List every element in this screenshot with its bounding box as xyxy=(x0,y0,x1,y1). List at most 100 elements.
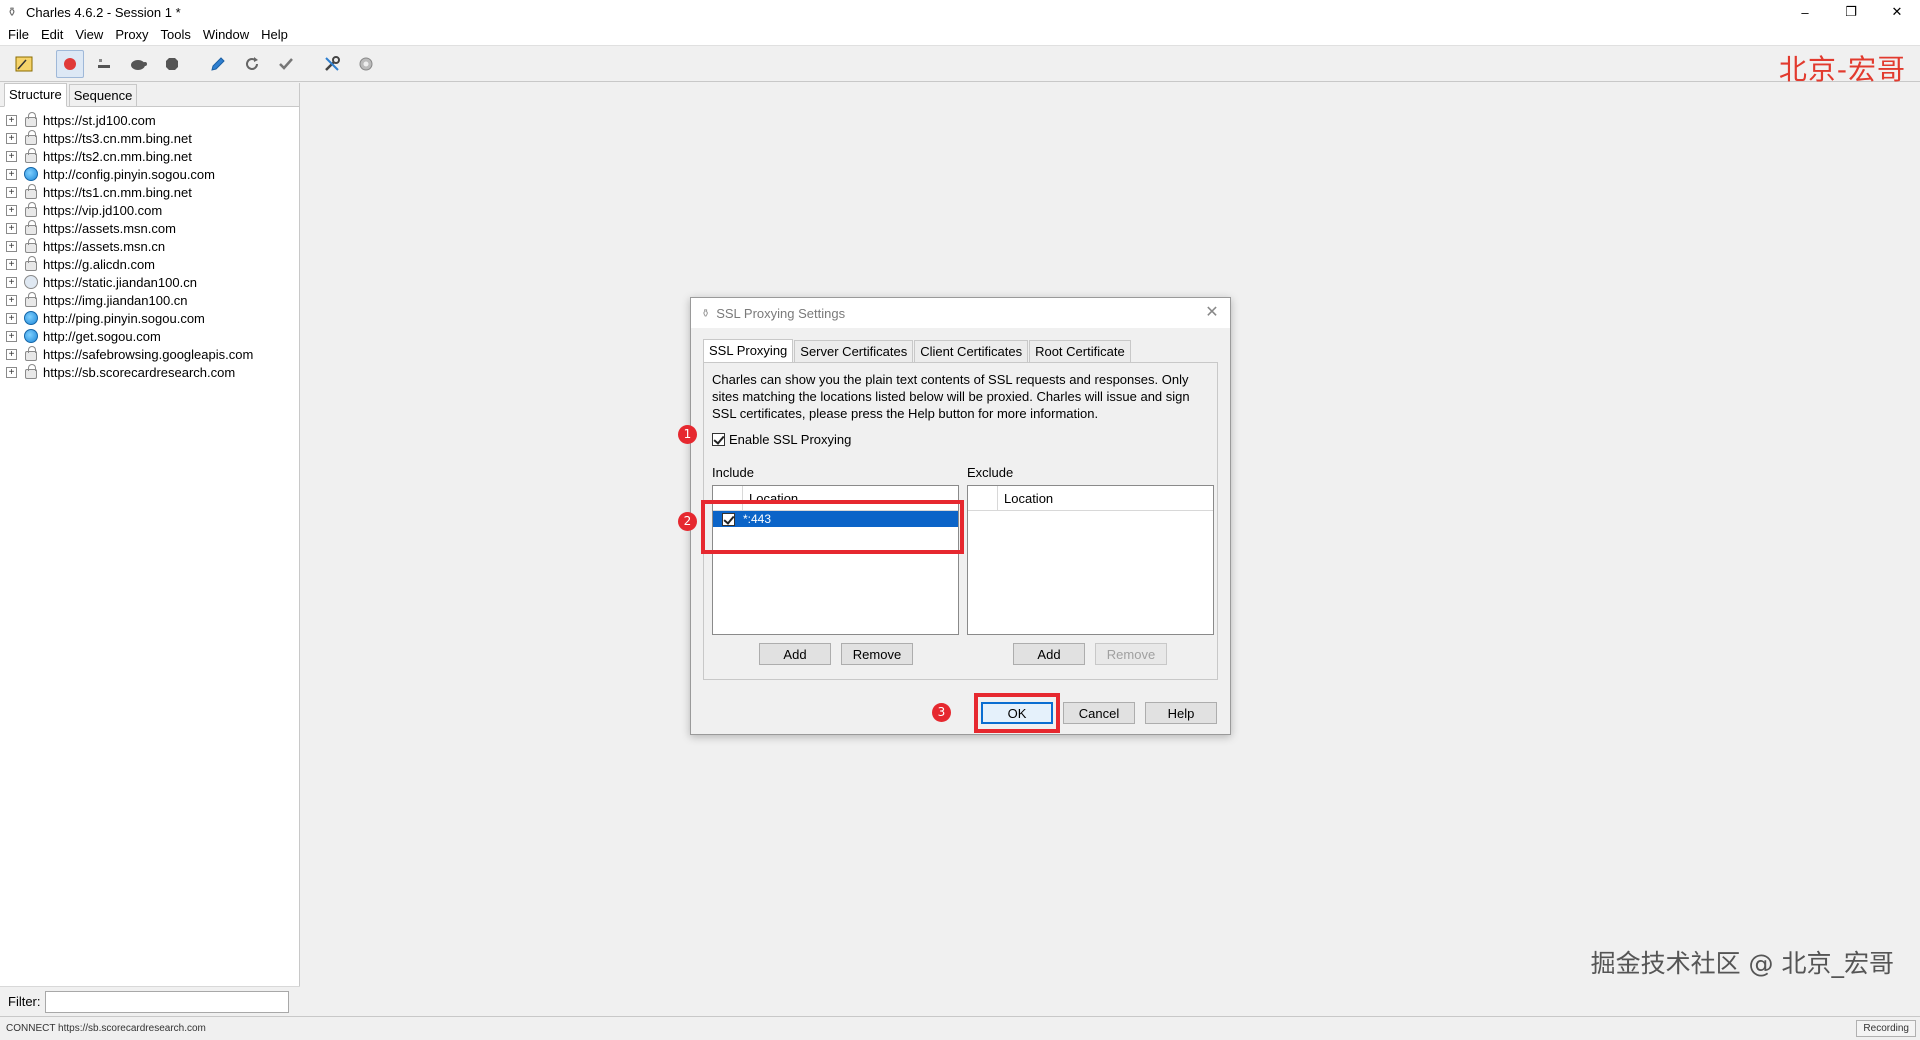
expand-icon[interactable]: + xyxy=(6,204,17,216)
lock-icon xyxy=(23,130,38,146)
host-url: https://ts1.cn.mm.bing.net xyxy=(43,184,192,200)
help-button[interactable]: Help xyxy=(1145,702,1217,724)
exclude-table[interactable]: Location xyxy=(967,485,1214,635)
host-tree-item[interactable]: + https://g.alicdn.com xyxy=(0,255,299,273)
expand-icon[interactable]: + xyxy=(6,330,17,342)
menu-bar: File Edit View Proxy Tools Window Help xyxy=(0,24,1920,46)
annotation-box-include xyxy=(701,500,964,554)
host-tree-item[interactable]: + https://sb.scorecardresearch.com xyxy=(0,363,299,381)
tab-server-certificates[interactable]: Server Certificates xyxy=(794,340,914,362)
window-controls: – ❐ ✕ xyxy=(1782,0,1920,24)
menu-view[interactable]: View xyxy=(69,27,109,42)
exclude-table-header: Location xyxy=(968,486,1213,511)
dialog-tabs: SSL Proxying Server Certificates Client … xyxy=(703,339,1132,363)
refresh-icon[interactable] xyxy=(238,50,266,78)
host-tree-item[interactable]: + https://static.jiandan100.cn xyxy=(0,273,299,291)
menu-edit[interactable]: Edit xyxy=(35,27,69,42)
tab-root-certificate[interactable]: Root Certificate xyxy=(1029,340,1131,362)
host-tree-item[interactable]: + https://assets.msn.cn xyxy=(0,237,299,255)
expand-icon[interactable]: + xyxy=(6,222,17,234)
globe-icon xyxy=(23,167,38,182)
filter-input[interactable] xyxy=(44,990,289,1013)
tab-ssl-proxying[interactable]: SSL Proxying xyxy=(703,339,794,363)
lock-globe-icon xyxy=(23,275,38,290)
host-url: https://g.alicdn.com xyxy=(43,256,155,272)
host-tree-item[interactable]: + https://vip.jd100.com xyxy=(0,201,299,219)
recording-indicator[interactable]: Recording xyxy=(1856,1020,1916,1037)
tools-icon[interactable] xyxy=(318,50,346,78)
menu-help[interactable]: Help xyxy=(255,27,294,42)
host-tree-item[interactable]: + https://ts3.cn.mm.bing.net xyxy=(0,129,299,147)
exclude-add-button[interactable]: Add xyxy=(1013,643,1085,665)
lock-icon xyxy=(23,238,38,254)
host-url: https://sb.scorecardresearch.com xyxy=(43,364,236,380)
broom-icon[interactable] xyxy=(10,50,38,78)
expand-icon[interactable]: + xyxy=(6,240,17,252)
expand-icon[interactable]: + xyxy=(6,348,17,360)
host-tree-item[interactable]: + https://img.jiandan100.cn xyxy=(0,291,299,309)
host-url: https://ts2.cn.mm.bing.net xyxy=(43,148,192,164)
host-tree-item[interactable]: + https://assets.msn.com xyxy=(0,219,299,237)
enable-ssl-row: Enable SSL Proxying xyxy=(712,432,851,447)
host-url: https://static.jiandan100.cn xyxy=(43,274,197,290)
host-tree-item[interactable]: + http://config.pinyin.sogou.com xyxy=(0,165,299,183)
cancel-button[interactable]: Cancel xyxy=(1063,702,1135,724)
host-url: https://vip.jd100.com xyxy=(43,202,163,218)
lock-icon xyxy=(23,112,38,128)
turtle-icon[interactable] xyxy=(124,50,152,78)
restore-button[interactable]: ❐ xyxy=(1828,0,1874,24)
filter-label: Filter: xyxy=(8,994,41,1009)
expand-icon[interactable]: + xyxy=(6,150,17,162)
host-tree-item[interactable]: + http://ping.pinyin.sogou.com xyxy=(0,309,299,327)
toolbar: 北京-宏哥 xyxy=(0,46,1920,86)
tab-sequence[interactable]: Sequence xyxy=(68,84,138,106)
dialog-title-bar: ⚱ SSL Proxying Settings ✕ xyxy=(691,298,1230,328)
tab-structure[interactable]: Structure xyxy=(4,83,67,107)
exclude-location-header[interactable]: Location xyxy=(998,491,1053,506)
settings-gear-icon[interactable] xyxy=(352,50,380,78)
pen-icon[interactable] xyxy=(204,50,232,78)
include-add-button[interactable]: Add xyxy=(759,643,831,665)
close-window-button[interactable]: ✕ xyxy=(1874,0,1920,24)
expand-icon[interactable]: + xyxy=(6,312,17,324)
include-remove-button[interactable]: Remove xyxy=(841,643,913,665)
annotation-box-ok xyxy=(974,693,1060,733)
check-icon[interactable] xyxy=(272,50,300,78)
expand-icon[interactable]: + xyxy=(6,186,17,198)
view-tabs: Structure Sequence xyxy=(0,83,299,107)
annotation-marker-1: 1 xyxy=(678,425,697,444)
host-tree-item[interactable]: + https://ts1.cn.mm.bing.net xyxy=(0,183,299,201)
host-url: https://ts3.cn.mm.bing.net xyxy=(43,130,192,146)
minimize-button[interactable]: – xyxy=(1782,0,1828,24)
lock-icon xyxy=(23,202,38,218)
host-url: https://assets.msn.com xyxy=(43,220,176,236)
ssl-description: Charles can show you the plain text cont… xyxy=(712,372,1190,421)
exclude-remove-button[interactable]: Remove xyxy=(1095,643,1167,665)
expand-icon[interactable]: + xyxy=(6,114,17,126)
record-icon[interactable] xyxy=(56,49,84,78)
throttle-icon[interactable] xyxy=(90,50,118,78)
host-tree-item[interactable]: + https://ts2.cn.mm.bing.net xyxy=(0,147,299,165)
host-tree-item[interactable]: + https://st.jd100.com xyxy=(0,111,299,129)
dialog-close-icon[interactable]: ✕ xyxy=(1202,303,1222,323)
host-tree-item[interactable]: + https://safebrowsing.googleapis.com xyxy=(0,345,299,363)
brand-label: 北京-宏哥 xyxy=(1778,53,1906,86)
expand-icon[interactable]: + xyxy=(6,366,17,378)
window-title: Charles 4.6.2 - Session 1 * xyxy=(26,4,181,20)
expand-icon[interactable]: + xyxy=(6,294,17,306)
menu-window[interactable]: Window xyxy=(197,27,255,42)
host-url: https://safebrowsing.googleapis.com xyxy=(43,346,254,362)
enable-ssl-checkbox[interactable] xyxy=(712,433,725,446)
globe-icon xyxy=(23,329,38,344)
expand-icon[interactable]: + xyxy=(6,132,17,144)
menu-file[interactable]: File xyxy=(0,27,35,42)
menu-proxy[interactable]: Proxy xyxy=(109,27,154,42)
expand-icon[interactable]: + xyxy=(6,276,17,288)
menu-tools[interactable]: Tools xyxy=(155,27,197,42)
watermark: 掘金技术社区 @ 北京_宏哥 xyxy=(1590,949,1894,978)
expand-icon[interactable]: + xyxy=(6,258,17,270)
host-tree-item[interactable]: + http://get.sogou.com xyxy=(0,327,299,345)
expand-icon[interactable]: + xyxy=(6,168,17,180)
stop-icon[interactable] xyxy=(158,50,186,78)
tab-client-certificates[interactable]: Client Certificates xyxy=(914,340,1029,362)
